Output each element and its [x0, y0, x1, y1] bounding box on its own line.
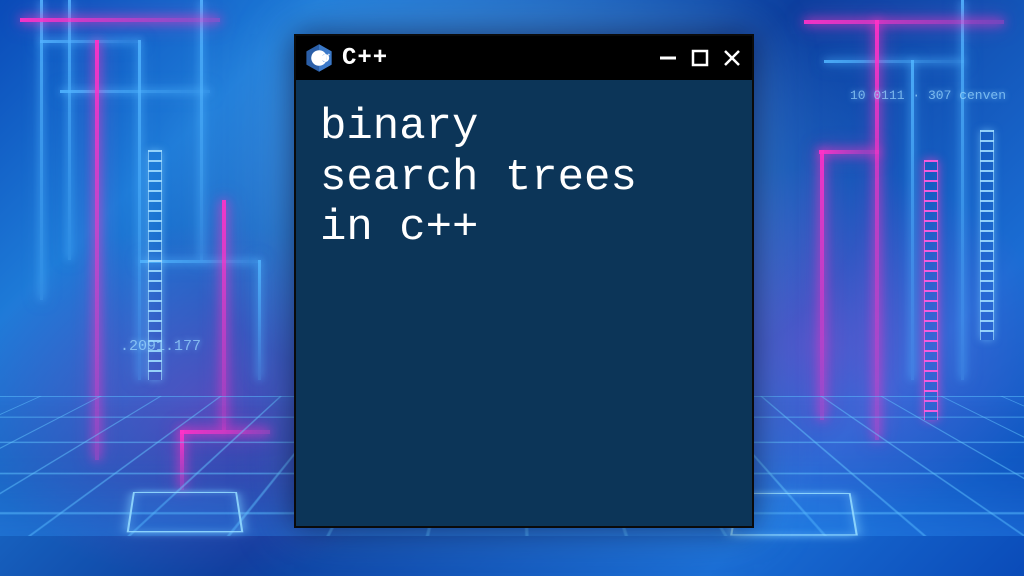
window-controls: [658, 48, 742, 68]
terminal-content: binary search trees in c++: [296, 80, 752, 526]
content-line-1: binary: [320, 102, 478, 152]
content-line-2: search trees: [320, 153, 637, 203]
bg-text-left: .2091.177: [120, 338, 201, 355]
cpp-icon: + +: [304, 43, 334, 73]
terminal-window: + + C++ binary search trees in c++: [294, 34, 754, 528]
svg-text:+: +: [327, 54, 330, 59]
close-button[interactable]: [722, 48, 742, 68]
content-line-3: in c++: [320, 203, 478, 253]
titlebar[interactable]: + + C++: [296, 36, 752, 80]
bg-text-right: 10 0111 · 307 cenven: [850, 88, 1006, 103]
window-title: C++: [342, 45, 650, 72]
minimize-button[interactable]: [658, 48, 678, 68]
svg-text:+: +: [324, 54, 327, 59]
maximize-button[interactable]: [690, 48, 710, 68]
